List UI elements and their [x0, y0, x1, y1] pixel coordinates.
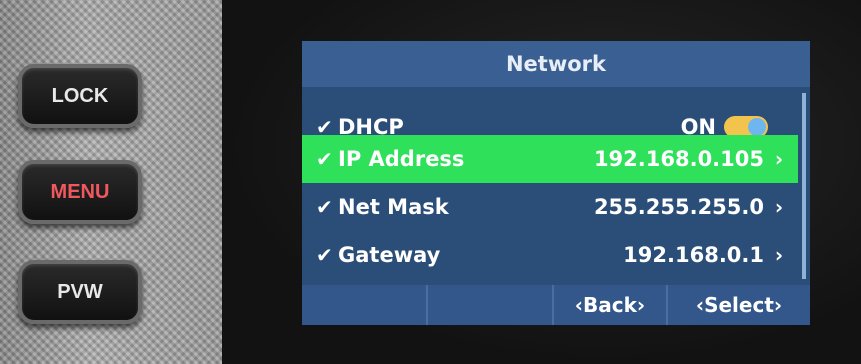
menu-row-ip-address[interactable]: ✔ IP Address 192.168.0.105 ›: [302, 135, 798, 183]
check-icon: ✔: [316, 147, 333, 171]
back-button[interactable]: ‹Back›: [554, 285, 668, 325]
chevron-right-icon: ›: [774, 147, 784, 171]
toggle-knob: [748, 118, 766, 136]
row-label: IP Address: [338, 147, 465, 171]
pvw-button[interactable]: PVW: [18, 260, 142, 324]
softkey-1[interactable]: [302, 285, 428, 325]
check-icon: ✔: [316, 243, 333, 267]
row-value: 192.168.0.1: [623, 243, 764, 267]
scrollbar-thumb[interactable]: [802, 93, 806, 279]
row-label: Net Mask: [338, 195, 449, 219]
lock-button[interactable]: LOCK: [18, 64, 142, 128]
menu-button[interactable]: MENU: [18, 160, 142, 224]
scrollbar[interactable]: [802, 93, 806, 279]
row-value: 255.255.255.0: [593, 195, 764, 219]
device-screen: Network ✔ DHCP ON ✔ IP Address 192.168.0…: [302, 41, 810, 325]
softkey-2[interactable]: [428, 285, 554, 325]
chevron-right-icon: ›: [774, 195, 784, 219]
menu-row-net-mask[interactable]: ✔ Net Mask 255.255.255.0 ›: [302, 183, 798, 231]
row-label: Gateway: [338, 243, 441, 267]
softkey-bar: ‹Back› ‹Select›: [302, 285, 810, 325]
check-icon: ✔: [316, 195, 333, 219]
page-title: Network: [302, 41, 810, 87]
row-value: 192.168.0.105: [593, 147, 764, 171]
select-button[interactable]: ‹Select›: [668, 285, 810, 325]
menu-row-gateway[interactable]: ✔ Gateway 192.168.0.1 ›: [302, 231, 798, 279]
hardware-panel: LOCK MENU PVW: [0, 0, 225, 364]
chevron-right-icon: ›: [774, 243, 784, 267]
